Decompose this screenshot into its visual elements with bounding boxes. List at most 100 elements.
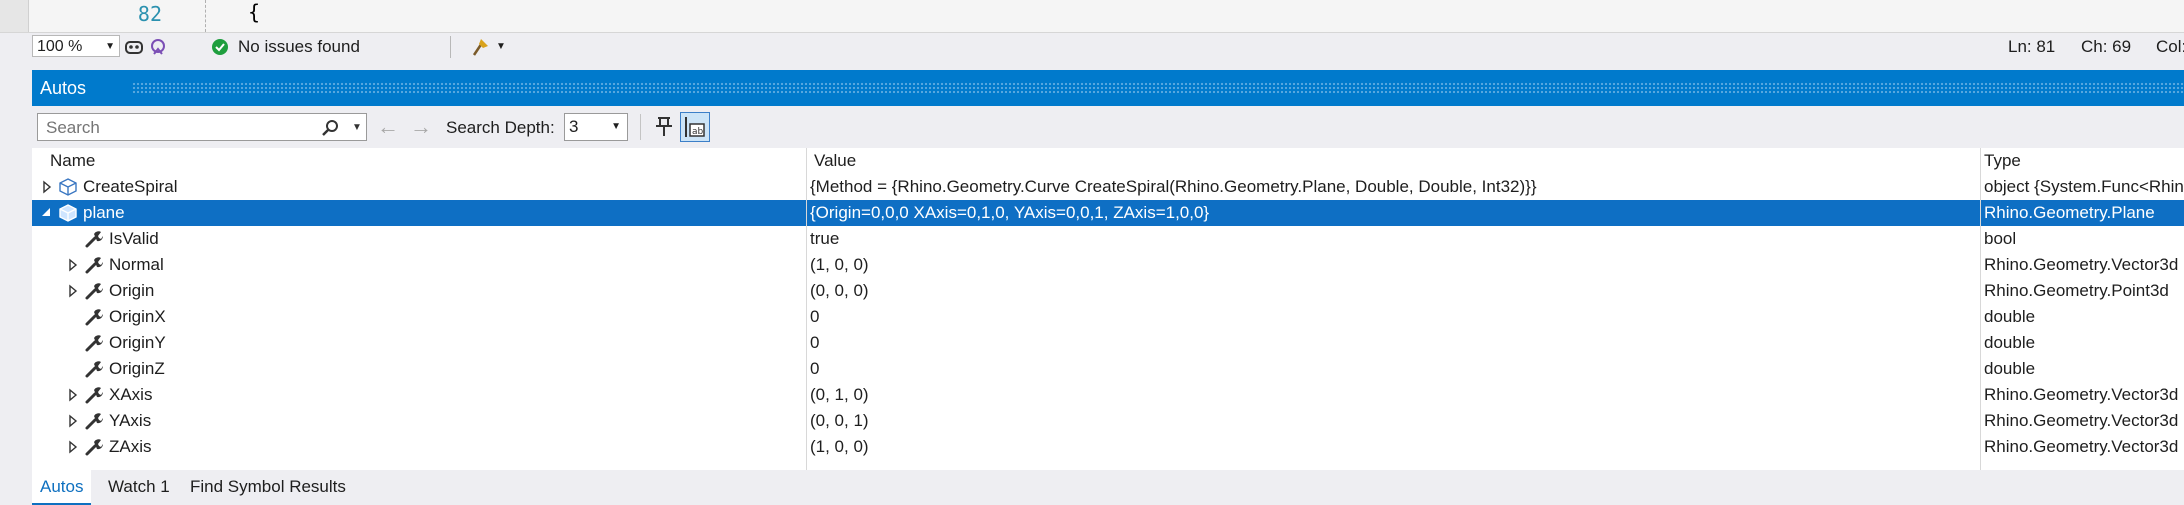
search-box[interactable]: ▼ [37, 113, 367, 141]
row-value[interactable]: 0 [810, 356, 1972, 382]
pin-icon[interactable] [650, 114, 678, 140]
row-name: OriginY [109, 333, 166, 352]
row-value[interactable]: {Origin=0,0,0 XAxis=0,1,0, YAxis=0,0,1, … [810, 200, 1972, 226]
chevron-down-icon[interactable]: ▼ [496, 37, 516, 57]
row-value[interactable]: (1, 0, 0) [810, 434, 1972, 460]
row-type: Rhino.Geometry.Plane [1984, 203, 2155, 222]
row-name: XAxis [109, 385, 153, 404]
zoom-dropdown[interactable]: 100 % ▼ [32, 35, 120, 57]
table-row[interactable]: Origin (0, 0, 0) Rhino.Geometry.Point3d [32, 278, 2184, 304]
table-row[interactable]: OriginY 0 double [32, 330, 2184, 356]
row-value[interactable]: (1, 0, 0) [810, 252, 1972, 278]
row-value[interactable]: (0, 0, 1) [810, 408, 1972, 434]
object-icon [58, 177, 78, 197]
collapsed-triangle-icon[interactable] [66, 382, 80, 408]
grid-header: Name Value Type [32, 148, 2184, 174]
search-backward-button[interactable]: ← [377, 114, 399, 140]
row-name: Origin [109, 281, 155, 300]
row-value[interactable]: 0 [810, 330, 1972, 356]
wrench-icon [84, 411, 104, 431]
row-name: YAxis [109, 411, 152, 430]
row-type: Rhino.Geometry.Vector3d [1984, 385, 2179, 404]
search-icon[interactable] [320, 118, 340, 143]
search-depth-label: Search Depth: [446, 118, 555, 137]
issues-status[interactable]: No issues found [238, 37, 360, 57]
row-value[interactable]: (0, 0, 0) [810, 278, 1972, 304]
collapsed-triangle-icon[interactable] [66, 252, 80, 278]
row-name: OriginX [109, 307, 166, 326]
collapsed-triangle-icon[interactable] [66, 434, 80, 460]
row-name: Normal [109, 255, 164, 274]
row-type: Rhino.Geometry.Vector3d [1984, 437, 2179, 456]
column-divider[interactable] [806, 148, 807, 470]
table-row[interactable]: Normal (1, 0, 0) Rhino.Geometry.Vector3d [32, 252, 2184, 278]
chevron-down-icon: ▼ [611, 121, 621, 132]
char-indicator[interactable]: Ch: 69 [2081, 37, 2131, 57]
wrench-icon [84, 255, 104, 275]
row-name: IsValid [109, 229, 159, 248]
wrench-icon [84, 437, 104, 457]
chevron-down-icon[interactable]: ▼ [352, 122, 362, 133]
collapsed-triangle-icon[interactable] [40, 174, 54, 200]
zoom-value: 100 % [37, 38, 83, 55]
table-row[interactable]: CreateSpiral {Method = {Rhino.Geometry.Cu… [32, 174, 2184, 200]
wrench-icon [84, 385, 104, 405]
row-value[interactable]: true [810, 226, 1972, 252]
search-depth-value: 3 [569, 117, 579, 136]
row-type: Rhino.Geometry.Vector3d [1984, 255, 2179, 274]
row-type: double [1984, 333, 2036, 352]
panel-title: Autos [32, 78, 99, 98]
table-row[interactable]: plane {Origin=0,0,0 XAxis=0,1,0, YAxis=0,… [32, 200, 2184, 226]
code-cleanup-icon[interactable] [470, 37, 490, 57]
line-indicator[interactable]: Ln: 81 [2008, 37, 2055, 57]
wrench-icon [84, 333, 104, 353]
table-row[interactable]: XAxis (0, 1, 0) Rhino.Geometry.Vector3d [32, 382, 2184, 408]
wrench-icon [84, 307, 104, 327]
column-header-name[interactable]: Name [32, 148, 810, 174]
table-row[interactable]: IsValid true bool [32, 226, 2184, 252]
code-editor-strip[interactable]: 82 { [0, 0, 2184, 32]
code-line[interactable]: { [248, 0, 260, 24]
editor-status-bar: 100 % ▼ No issues found ▼ Ln: 81 Ch: 69 … [0, 32, 2184, 61]
table-row[interactable]: OriginX 0 double [32, 304, 2184, 330]
svg-text:ab: ab [692, 127, 704, 137]
expanded-triangle-icon[interactable] [40, 200, 54, 226]
tab-watch-1[interactable]: Watch 1 [100, 470, 178, 503]
panel-title-bar[interactable]: Autos [32, 70, 2184, 106]
hex-display-icon[interactable]: ab [680, 112, 710, 142]
wrench-icon [84, 229, 104, 249]
column-header-value[interactable]: Value [810, 148, 1984, 174]
search-input[interactable] [44, 117, 318, 139]
tab-autos[interactable]: Autos [32, 470, 92, 505]
table-row[interactable]: YAxis (0, 0, 1) Rhino.Geometry.Vector3d [32, 408, 2184, 434]
column-header-type[interactable]: Type [1984, 148, 2184, 174]
row-name: ZAxis [109, 437, 152, 456]
editor-margin [0, 0, 29, 32]
line-number: 82 [137, 2, 162, 26]
wrench-icon [84, 359, 104, 379]
row-type: Rhino.Geometry.Vector3d [1984, 411, 2179, 430]
row-type: object {System.Func<Rhino.G [1984, 177, 2184, 196]
autos-toolbar: ▼ ← → Search Depth: 3 ▼ ab [32, 106, 2184, 148]
tab-find-symbol-results[interactable]: Find Symbol Results [182, 470, 354, 503]
row-value[interactable]: 0 [810, 304, 1972, 330]
search-forward-button[interactable]: → [410, 114, 432, 140]
object-icon [58, 203, 78, 223]
collapsed-triangle-icon[interactable] [66, 408, 80, 434]
col-indicator[interactable]: Col: [2156, 37, 2184, 57]
table-row[interactable]: ZAxis (1, 0, 0) Rhino.Geometry.Vector3d [32, 434, 2184, 460]
search-depth-dropdown[interactable]: 3 ▼ [564, 113, 628, 141]
intellicode-icon[interactable] [148, 37, 168, 57]
wrench-icon [84, 281, 104, 301]
row-type: bool [1984, 229, 2017, 248]
collapsed-triangle-icon[interactable] [66, 278, 80, 304]
table-row[interactable]: OriginZ 0 double [32, 356, 2184, 382]
row-value[interactable]: (0, 1, 0) [810, 382, 1972, 408]
row-name: plane [83, 203, 125, 222]
row-value[interactable]: {Method = {Rhino.Geometry.Curve CreateSp… [810, 174, 1972, 200]
row-name: CreateSpiral [83, 177, 178, 196]
chevron-down-icon: ▼ [105, 41, 115, 52]
title-grip [132, 82, 2184, 94]
copilot-icon[interactable] [124, 37, 144, 57]
column-divider[interactable] [1980, 148, 1981, 470]
